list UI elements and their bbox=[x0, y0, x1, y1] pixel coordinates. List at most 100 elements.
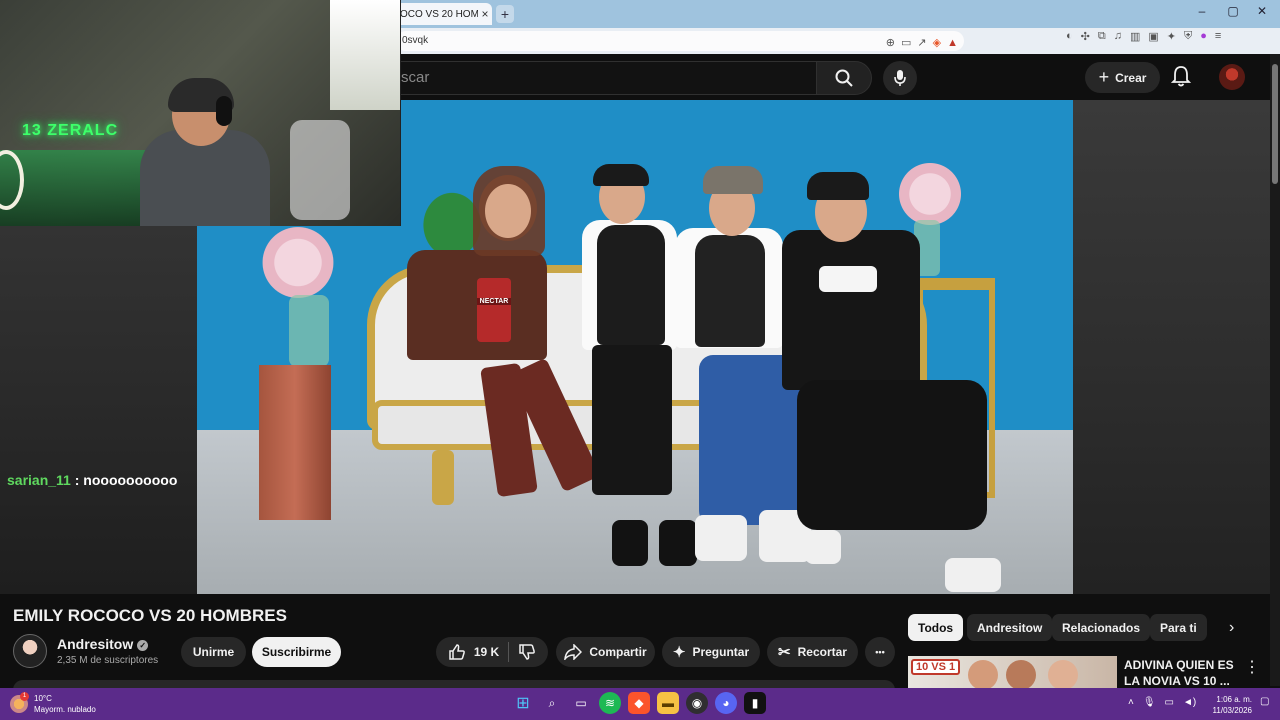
chip-channel[interactable]: Andresitow bbox=[967, 614, 1053, 641]
music-icon[interactable]: ♫ bbox=[1114, 30, 1122, 43]
volume-icon[interactable]: ◄) bbox=[1183, 697, 1196, 708]
related-video-title[interactable]: ADIVINA QUIEN ES LA NOVIA VS 10 ... bbox=[1124, 657, 1234, 689]
minimize-icon[interactable]: – bbox=[1192, 4, 1212, 18]
share-button[interactable]: Compartir bbox=[556, 637, 655, 667]
notifications-button[interactable] bbox=[1170, 65, 1192, 92]
like-divider bbox=[508, 642, 510, 662]
chip-all[interactable]: Todos bbox=[908, 614, 964, 641]
subscribe-button[interactable]: Suscribirme bbox=[252, 637, 341, 667]
clock-time: 1:06 a. m. bbox=[1216, 695, 1252, 704]
network-icon[interactable]: ▭ bbox=[1165, 697, 1174, 708]
more-icon: ••• bbox=[875, 647, 885, 657]
windows-start-icon[interactable]: ⊞ bbox=[512, 692, 534, 714]
kebab-menu-icon[interactable]: ⋮ bbox=[1244, 657, 1260, 677]
twitch-icon[interactable]: ▮ bbox=[744, 692, 766, 714]
ambient-right-panel bbox=[1073, 100, 1270, 594]
brave-shield-icon[interactable]: ◈ bbox=[933, 33, 941, 53]
channel-name[interactable]: Andresitow bbox=[57, 636, 133, 652]
leo-icon[interactable]: ✦ bbox=[1167, 30, 1176, 43]
like-button[interactable]: 19 K bbox=[448, 643, 499, 661]
verified-icon: ✓ bbox=[137, 640, 149, 651]
tray-overflow-icon[interactable]: ˄ bbox=[1128, 697, 1134, 708]
sidebar-icon[interactable]: ▥ bbox=[1130, 30, 1140, 43]
sparkle-icon: ✦ bbox=[672, 644, 686, 661]
address-bar[interactable]: 0svqk ⊕ ▭ ↗ ◈ ▲ bbox=[396, 31, 964, 51]
wallet-icon[interactable]: ▣ bbox=[1148, 30, 1158, 43]
extension-icons: ◐ ✣ ⧉ ♫ ▥ ▣ ✦ ⛨ ● ≡ bbox=[1066, 30, 1221, 43]
dislike-button[interactable] bbox=[518, 643, 536, 661]
account-avatar[interactable] bbox=[1219, 64, 1245, 90]
weather-temperature: 10°C bbox=[34, 694, 52, 703]
share-page-icon[interactable]: ↗ bbox=[917, 33, 926, 53]
microphone-tray-icon[interactable]: 🎙 bbox=[1143, 697, 1156, 708]
thumbnail-face bbox=[1006, 660, 1036, 688]
weather-badge: 1 bbox=[20, 692, 29, 701]
extension-icon[interactable]: ◐ bbox=[1066, 30, 1073, 43]
webcam-chair bbox=[290, 120, 350, 220]
tab-close-icon[interactable]: × bbox=[478, 7, 492, 21]
chat-text: noooooooooo bbox=[83, 472, 178, 488]
spotify-icon[interactable]: ≋ bbox=[599, 692, 621, 714]
task-view-icon[interactable]: ▭ bbox=[570, 692, 592, 714]
share-label: Compartir bbox=[589, 645, 647, 659]
search-input[interactable]: scar bbox=[396, 61, 816, 95]
channel-avatar[interactable] bbox=[13, 634, 47, 668]
search-button[interactable] bbox=[816, 61, 872, 95]
chip-related[interactable]: Relacionados bbox=[1052, 614, 1151, 641]
subscribe-label: Suscribirme bbox=[261, 645, 332, 659]
clip-button[interactable]: ✂ Recortar bbox=[767, 637, 858, 667]
page-scrollbar[interactable] bbox=[1270, 54, 1280, 686]
voice-search-button[interactable] bbox=[883, 61, 917, 95]
cast-icon[interactable]: ▭ bbox=[901, 33, 911, 53]
plus-icon: + bbox=[1098, 67, 1110, 87]
webcam-window-light bbox=[330, 0, 400, 110]
profile-icon[interactable]: ● bbox=[1200, 30, 1207, 43]
notification-center-icon[interactable]: ▢ bbox=[1260, 696, 1272, 710]
menu-icon[interactable]: ≡ bbox=[1215, 30, 1221, 43]
weather-widget[interactable]: 1 10°C Mayorm. nublado bbox=[10, 692, 96, 715]
clip-label: Recortar bbox=[797, 645, 847, 659]
maximize-icon[interactable]: ▢ bbox=[1223, 4, 1243, 18]
browser-tab[interactable]: OCO VS 20 HOMB × bbox=[396, 3, 492, 25]
brave-browser-icon[interactable]: ◆ bbox=[628, 692, 650, 714]
weather-condition: Mayorm. nublado bbox=[34, 705, 96, 714]
obs-icon[interactable]: ◉ bbox=[686, 692, 708, 714]
create-button[interactable]: + Crear bbox=[1085, 62, 1160, 93]
taskbar-search-icon[interactable]: ⌕ bbox=[541, 692, 563, 714]
channel-name-row[interactable]: Andresitow ✓ bbox=[57, 636, 149, 652]
discord-icon[interactable]: ◕ bbox=[715, 692, 737, 714]
puzzle-icon[interactable]: ✣ bbox=[1081, 30, 1090, 43]
screenshot-icon[interactable]: ⧉ bbox=[1098, 30, 1106, 43]
chevron-right-icon[interactable]: › bbox=[1229, 619, 1234, 637]
ask-label: Preguntar bbox=[692, 645, 750, 659]
webcam-overlay: 13 ZERALC bbox=[0, 0, 401, 226]
scrollbar-thumb[interactable] bbox=[1272, 64, 1278, 184]
rewards-icon[interactable]: ▲ bbox=[947, 33, 958, 53]
video-title: EMILY ROCOCO VS 20 HOMBRES bbox=[13, 606, 287, 625]
thumbs-down-icon bbox=[519, 644, 536, 660]
new-tab-button[interactable]: + bbox=[496, 5, 514, 23]
more-actions-button[interactable]: ••• bbox=[865, 637, 895, 667]
close-window-icon[interactable]: ✕ bbox=[1252, 4, 1272, 18]
scissors-icon: ✂ bbox=[778, 644, 791, 661]
create-label: Crear bbox=[1115, 70, 1147, 85]
system-clock[interactable]: 1:06 a. m. 11/03/2026 bbox=[1206, 694, 1252, 716]
thumbs-up-icon bbox=[449, 644, 465, 660]
share-icon bbox=[564, 644, 583, 660]
chat-username: sarian_11 bbox=[7, 472, 71, 488]
zoom-icon[interactable]: ⊕ bbox=[886, 33, 895, 53]
ask-button[interactable]: ✦ Preguntar bbox=[662, 637, 760, 667]
headset-icon bbox=[216, 96, 232, 126]
chip-for-you[interactable]: Para ti bbox=[1150, 614, 1207, 641]
vpn-icon[interactable]: ⛨ bbox=[1184, 30, 1192, 43]
chat-separator: : bbox=[70, 472, 84, 488]
join-button[interactable]: Unirme bbox=[181, 637, 246, 667]
video-vase-left bbox=[289, 295, 329, 367]
file-explorer-icon[interactable]: ▬ bbox=[657, 692, 679, 714]
bell-icon bbox=[1170, 66, 1192, 87]
related-video-thumbnail[interactable]: 10 VS 1 bbox=[908, 656, 1117, 688]
like-count: 19 K bbox=[473, 645, 500, 659]
microphone-icon bbox=[894, 70, 906, 86]
join-label: Unirme bbox=[192, 645, 235, 659]
video-flowers-right bbox=[890, 162, 970, 226]
